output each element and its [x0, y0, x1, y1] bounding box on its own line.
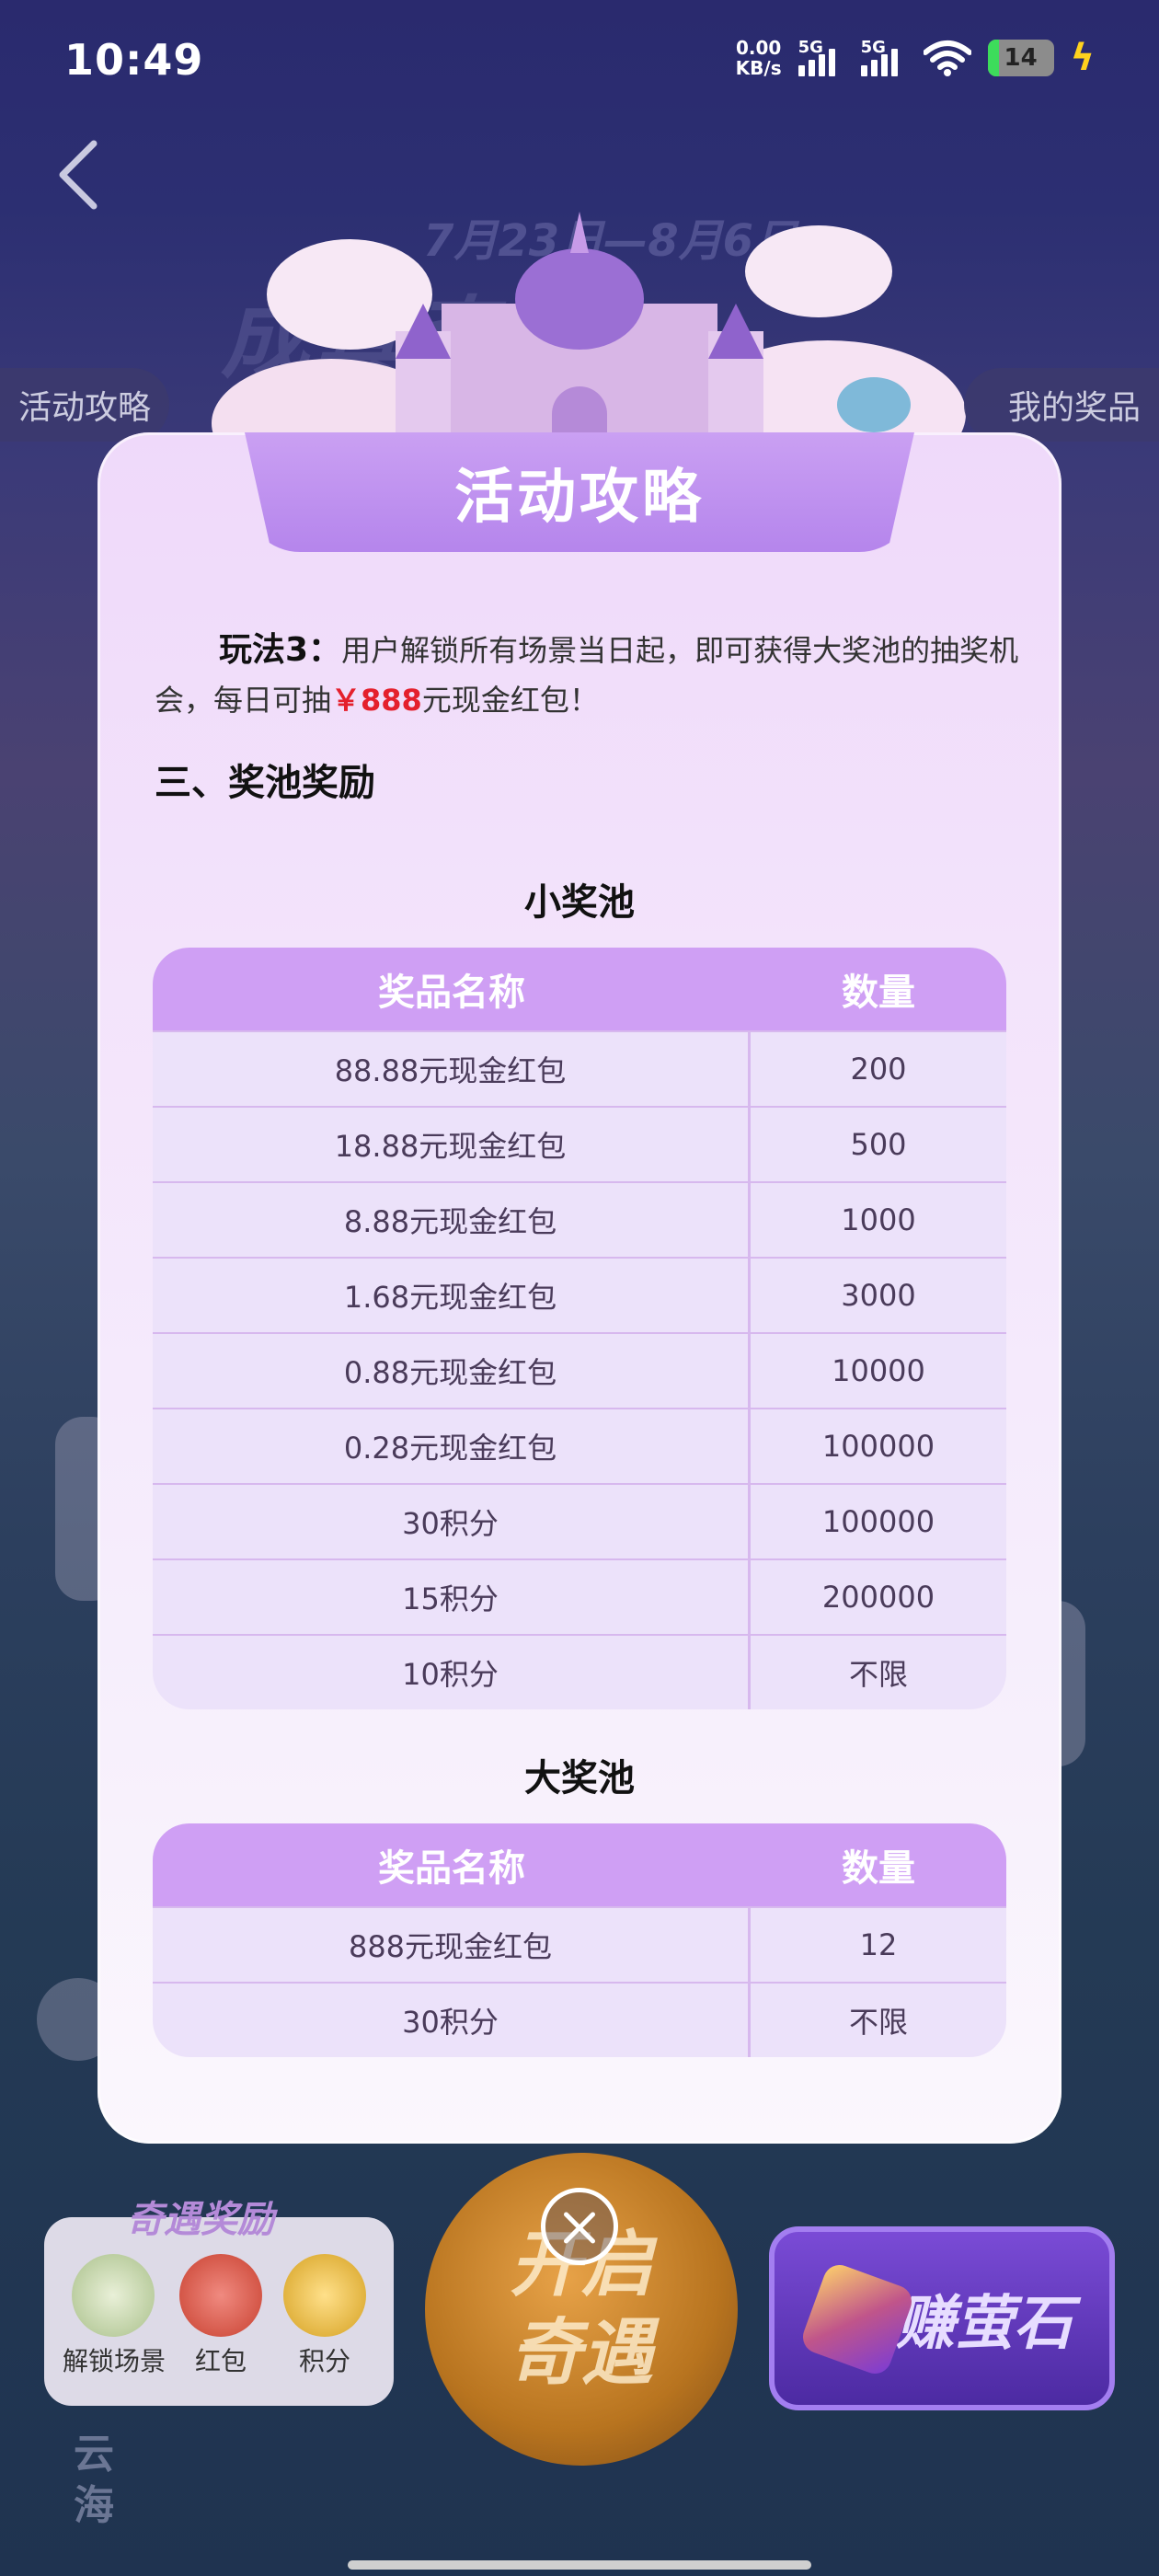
net-speed-unit: KB/s [735, 57, 782, 79]
signal-label: 5G [860, 38, 886, 57]
prize-quantity: 10000 [832, 1353, 925, 1388]
prize-name: 10积分 [153, 1636, 751, 1709]
modal-title: 活动攻略 [454, 464, 705, 532]
prize-quantity: 3000 [841, 1278, 916, 1313]
strategy-tab[interactable]: 活动攻略 [0, 368, 170, 442]
big-pool-title: 大奖池 [524, 1757, 635, 1800]
rule-highlight: ￥888 [331, 683, 422, 718]
coin-icon [283, 2254, 366, 2337]
small-pool-table: 奖品名称 数量 88.88元现金红包 200 18.88元现金红包 500 8.88… [153, 948, 1006, 1709]
header-quantity: 数量 [842, 1847, 915, 1890]
header-prize-name: 奖品名称 [378, 972, 525, 1014]
wifi-icon [923, 40, 971, 76]
strategy-modal: 活动攻略 玩法3：用户解锁所有场景当日起，即可获得大奖池的抽奖机会，每日可抽￥8… [98, 432, 1061, 2144]
header-prize-name: 奖品名称 [378, 1847, 525, 1890]
reward-label: 解锁场景 [63, 2346, 166, 2376]
prize-name: 8.88元现金红包 [153, 1183, 751, 1257]
reward-label: 积分 [299, 2346, 351, 2376]
rule-label: 玩法3： [219, 631, 342, 669]
prize-quantity: 12 [859, 1927, 898, 1962]
close-modal-button[interactable] [541, 2188, 618, 2265]
prize-quantity: 200000 [821, 1580, 935, 1615]
signal-icon: 5G [798, 38, 844, 76]
prize-name: 88.88元现金红包 [153, 1032, 751, 1106]
table-row: 88.88元现金红包 200 [153, 1030, 1006, 1106]
signal-label: 5G [798, 38, 823, 57]
prize-name: 1.68元现金红包 [153, 1259, 751, 1332]
scene-icon [72, 2254, 155, 2337]
header-quantity: 数量 [842, 972, 915, 1014]
modal-header: 活动攻略 [245, 432, 914, 552]
prize-name: 15积分 [153, 1560, 751, 1634]
cloud-sea-label: 云海 [74, 2431, 114, 2529]
status-icons: 0.00 KB/s 5G 5G 14 ϟ [736, 37, 1095, 79]
reward-title: 奇遇奖励 [127, 2199, 274, 2241]
table-row: 1.68元现金红包 3000 [153, 1257, 1006, 1332]
reward-label: 红包 [195, 2346, 247, 2376]
prize-quantity: 200 [850, 1052, 907, 1087]
back-button[interactable] [48, 138, 112, 210]
table-row: 10积分 不限 [153, 1634, 1006, 1709]
chevron-left-icon [59, 140, 98, 210]
red-packet-icon [179, 2254, 262, 2337]
table-row: 888元现金红包 12 [153, 1906, 1006, 1982]
battery-level: 14 [1004, 44, 1038, 72]
prize-name: 30积分 [153, 1485, 751, 1558]
prize-name: 30积分 [153, 1984, 751, 2057]
table-header: 奖品名称 数量 [153, 948, 1006, 1030]
charging-icon: ϟ [1070, 37, 1095, 79]
prize-quantity: 不限 [848, 2005, 908, 2040]
table-row: 0.28元现金红包 100000 [153, 1408, 1006, 1483]
prize-quantity: 1000 [841, 1202, 916, 1237]
castle-illustration [212, 212, 966, 460]
prize-quantity: 100000 [821, 1504, 935, 1539]
prize-name: 18.88元现金红包 [153, 1108, 751, 1181]
table-row: 15积分 200000 [153, 1558, 1006, 1634]
net-speed-value: 0.00 [735, 37, 782, 59]
table-row: 8.88元现金红包 1000 [153, 1181, 1006, 1257]
table-row: 30积分 100000 [153, 1483, 1006, 1558]
battery-icon: 14 [987, 40, 1054, 76]
status-bar: 10:49 0.00 KB/s 5G 5G 14 ϟ [0, 0, 1159, 120]
table-header: 奖品名称 数量 [153, 1823, 1006, 1906]
prize-name: 0.88元现金红包 [153, 1334, 751, 1408]
table-row: 0.88元现金红包 10000 [153, 1332, 1006, 1408]
my-prizes-tab[interactable]: 我的奖品 [963, 368, 1159, 442]
earn-stones-button[interactable]: 赚萤石 [769, 2226, 1115, 2410]
prize-name: 888元现金红包 [153, 1908, 751, 1982]
table-row: 30积分 不限 [153, 1982, 1006, 2057]
prize-quantity: 500 [850, 1127, 907, 1162]
net-speed-indicator: 0.00 KB/s [736, 38, 782, 78]
home-indicator[interactable] [348, 2560, 811, 2570]
status-time: 10:49 [64, 35, 204, 85]
rule-description: 玩法3：用户解锁所有场景当日起，即可获得大奖池的抽奖机会，每日可抽￥888元现金… [155, 626, 1019, 725]
small-pool-title: 小奖池 [524, 881, 635, 924]
section-title: 三、奖池奖励 [155, 762, 375, 804]
rule-text-end: 元现金红包！ [421, 683, 599, 718]
signal-icon: 5G [860, 38, 907, 76]
earn-stones-label: 赚萤石 [896, 2290, 1073, 2358]
big-pool-table: 奖品名称 数量 888元现金红包 12 30积分 不限 [153, 1823, 1006, 2057]
prize-quantity: 不限 [848, 1657, 908, 1692]
table-row: 18.88元现金红包 500 [153, 1106, 1006, 1181]
prize-name: 0.28元现金红包 [153, 1409, 751, 1483]
prize-quantity: 100000 [821, 1429, 935, 1464]
